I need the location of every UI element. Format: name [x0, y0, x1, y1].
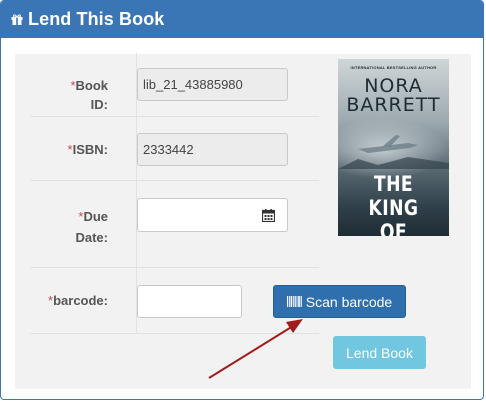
- annotation-arrow: [208, 319, 303, 379]
